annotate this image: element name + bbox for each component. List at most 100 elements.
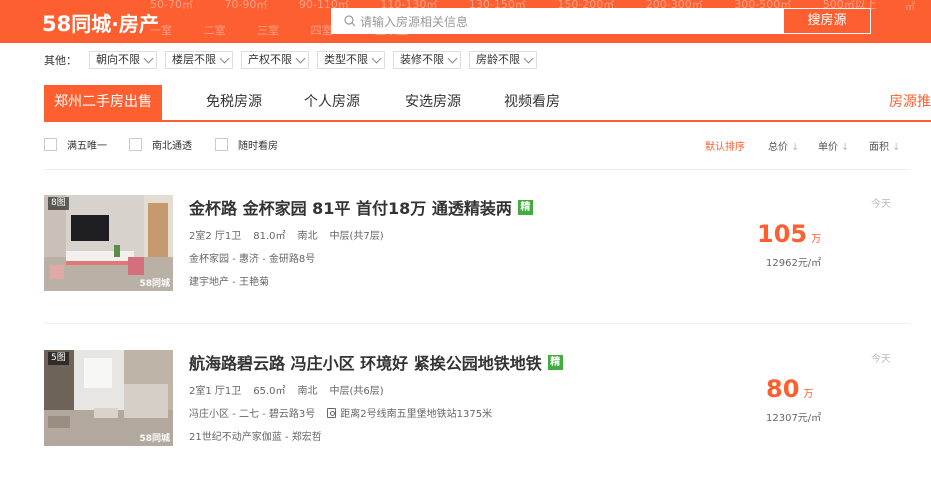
price-unit: 万 bbox=[811, 234, 822, 245]
chevron-down-icon bbox=[523, 53, 534, 63]
listing-title-text[interactable]: 金杯路 金杯家园 81平 首付18万 通透精装两 bbox=[189, 195, 512, 219]
tab-recommend[interactable]: 房源推 bbox=[889, 85, 931, 120]
picture-count: 8图 bbox=[48, 197, 69, 210]
sort-label: 总价 bbox=[768, 142, 788, 153]
floor-select[interactable]: 楼层不限 bbox=[165, 51, 233, 69]
listing-title[interactable]: 金杯路 金杯家园 81平 首付18万 通透精装两精 bbox=[189, 195, 533, 219]
unit-price: 12962元/㎡ bbox=[766, 258, 822, 269]
checkbox-label: 满五唯一 bbox=[67, 141, 107, 152]
select-label: 朝向不限 bbox=[96, 53, 140, 66]
sort-arrow-icon: ↓ bbox=[892, 142, 901, 153]
total-price: 80 万 bbox=[766, 375, 856, 403]
featured-badge: 精 bbox=[517, 199, 533, 215]
subway-icon bbox=[327, 408, 337, 418]
sort-label: 单价 bbox=[818, 142, 838, 153]
options-row: 满五唯一 南北通透 随时看房 默认排序 总价 ↓ 单价 ↓ 面积 ↓ bbox=[44, 137, 911, 153]
layout: 2室1 厅1卫 bbox=[189, 386, 242, 397]
sort-arrow-icon: ↓ bbox=[791, 142, 800, 153]
divider bbox=[44, 323, 910, 324]
chevron-down-icon bbox=[447, 53, 458, 63]
featured-badge: 精 bbox=[547, 354, 563, 370]
listing-agent: 21世纪不动产家伽蓝 - 郑宏哲 bbox=[189, 428, 322, 443]
sort-label: 默认排序 bbox=[705, 142, 745, 153]
post-date: 今天 bbox=[871, 354, 891, 365]
community-address[interactable]: 冯庄小区 - 二七 - 碧云路3号 bbox=[189, 409, 315, 420]
chevron-down-icon bbox=[371, 53, 382, 63]
sort-area[interactable]: 面积 ↓ bbox=[869, 138, 900, 153]
chevron-down-icon bbox=[143, 53, 154, 63]
other-filters: 其他： 朝向不限 楼层不限 产权不限 类型不限 装修不限 房龄不限 bbox=[44, 50, 545, 70]
area: 81.0㎡ bbox=[253, 231, 286, 242]
listing-thumbnail[interactable]: 8图 58同城 bbox=[44, 195, 173, 291]
type-select[interactable]: 类型不限 bbox=[317, 51, 385, 69]
ghost-price: 70-90㎡ bbox=[224, 0, 268, 11]
total-price: 105 万 bbox=[757, 220, 847, 248]
checkbox-label: 南北通透 bbox=[152, 141, 192, 152]
community-address[interactable]: 金杯家园 - 惠济 - 金研路8号 bbox=[189, 254, 315, 265]
sort-unit-price[interactable]: 单价 ↓ bbox=[818, 138, 849, 153]
checkbox[interactable] bbox=[129, 138, 142, 151]
logo-number: 58 bbox=[42, 12, 72, 36]
orientation-select[interactable]: 朝向不限 bbox=[89, 51, 157, 69]
listing-specs: 2室2 厅1卫 81.0㎡ 南北 中层(共7层) bbox=[189, 227, 384, 242]
listing-item[interactable]: 5图 58同城 航海路碧云路 冯庄小区 环境好 紧挨公园地铁地铁精 2室1 厅1… bbox=[44, 350, 910, 460]
price-unit: 万 bbox=[803, 389, 814, 400]
tab-zhengzhou-resale[interactable]: 郑州二手房出售 bbox=[44, 85, 162, 120]
agent-name[interactable]: 建宇地产 - 王艳菊 bbox=[189, 277, 269, 288]
search-box bbox=[331, 8, 783, 34]
listing-tabs: 郑州二手房出售 免税房源 个人房源 安选房源 视频看房 房源推 bbox=[44, 85, 931, 122]
checkbox-north-south[interactable]: 南北通透 bbox=[129, 137, 192, 152]
select-label: 楼层不限 bbox=[172, 53, 216, 66]
sort-arrow-icon: ↓ bbox=[841, 142, 850, 153]
layout: 2室2 厅1卫 bbox=[189, 231, 242, 242]
post-date: 今天 bbox=[871, 199, 891, 210]
site-logo[interactable]: 58同城·房产 bbox=[42, 8, 159, 37]
select-label: 产权不限 bbox=[248, 53, 292, 66]
checkbox-anytime[interactable]: 随时看房 bbox=[215, 137, 278, 152]
listing-address[interactable]: 金杯家园 - 惠济 - 金研路8号 bbox=[189, 250, 315, 265]
corner-mark: ㎡ bbox=[905, 2, 915, 13]
checkbox[interactable] bbox=[44, 138, 57, 151]
listing-item[interactable]: 8图 58同城 金杯路 金杯家园 81平 首付18万 通透精装两精 2室2 厅1… bbox=[44, 195, 910, 305]
listing-title-text[interactable]: 航海路碧云路 冯庄小区 环境好 紧挨公园地铁地铁 bbox=[189, 350, 542, 374]
checkbox[interactable] bbox=[215, 138, 228, 151]
filters-label: 其他： bbox=[44, 54, 77, 67]
area: 65.0㎡ bbox=[253, 386, 286, 397]
picture-count: 5图 bbox=[48, 352, 69, 365]
agent-name[interactable]: 21世纪不动产家伽蓝 - 郑宏哲 bbox=[189, 432, 322, 443]
listing-title[interactable]: 航海路碧云路 冯庄小区 环境好 紧挨公园地铁地铁精 bbox=[189, 350, 563, 374]
price-value: 105 bbox=[757, 220, 808, 248]
listing-address[interactable]: 冯庄小区 - 二七 - 碧云路3号 距离2号线南五里堡地铁站1375米 bbox=[189, 405, 492, 420]
tab-tax-free[interactable]: 免税房源 bbox=[206, 85, 262, 120]
tab-video[interactable]: 视频看房 bbox=[504, 85, 560, 120]
search-button[interactable]: 搜房源 bbox=[783, 8, 871, 34]
ghost-room: 四室 bbox=[310, 24, 333, 37]
checkbox-label: 随时看房 bbox=[238, 141, 278, 152]
tab-personal[interactable]: 个人房源 bbox=[304, 85, 360, 120]
age-select[interactable]: 房龄不限 bbox=[469, 51, 537, 69]
select-label: 房龄不限 bbox=[476, 53, 520, 66]
listing-thumbnail[interactable]: 5图 58同城 bbox=[44, 350, 173, 446]
ghost-room: 三室 bbox=[257, 24, 279, 37]
select-label: 装修不限 bbox=[400, 53, 444, 66]
orientation: 南北 bbox=[297, 386, 318, 397]
checkbox-five-years[interactable]: 满五唯一 bbox=[44, 137, 107, 152]
decoration-select[interactable]: 装修不限 bbox=[393, 51, 461, 69]
search-icon bbox=[344, 15, 356, 27]
search-input[interactable] bbox=[360, 13, 760, 31]
listing-agent: 建宇地产 - 王艳菊 bbox=[189, 273, 269, 288]
sort-total-price[interactable]: 总价 ↓ bbox=[768, 138, 799, 153]
divider bbox=[44, 169, 910, 170]
watermark: 58同城 bbox=[139, 279, 170, 289]
listing-specs: 2室1 厅1卫 65.0㎡ 南北 中层(共6层) bbox=[189, 382, 384, 397]
chevron-down-icon bbox=[295, 53, 306, 63]
sort-label: 面积 bbox=[869, 142, 889, 153]
floor: 中层(共6层) bbox=[329, 386, 384, 397]
sort-default[interactable]: 默认排序 bbox=[705, 138, 745, 153]
chevron-down-icon bbox=[219, 53, 230, 63]
unit-price: 12307元/㎡ bbox=[766, 413, 822, 424]
tab-selected[interactable]: 安选房源 bbox=[405, 85, 461, 120]
price-value: 80 bbox=[766, 375, 800, 403]
subway-distance: 距离2号线南五里堡地铁站1375米 bbox=[340, 409, 493, 420]
ownership-select[interactable]: 产权不限 bbox=[241, 51, 309, 69]
